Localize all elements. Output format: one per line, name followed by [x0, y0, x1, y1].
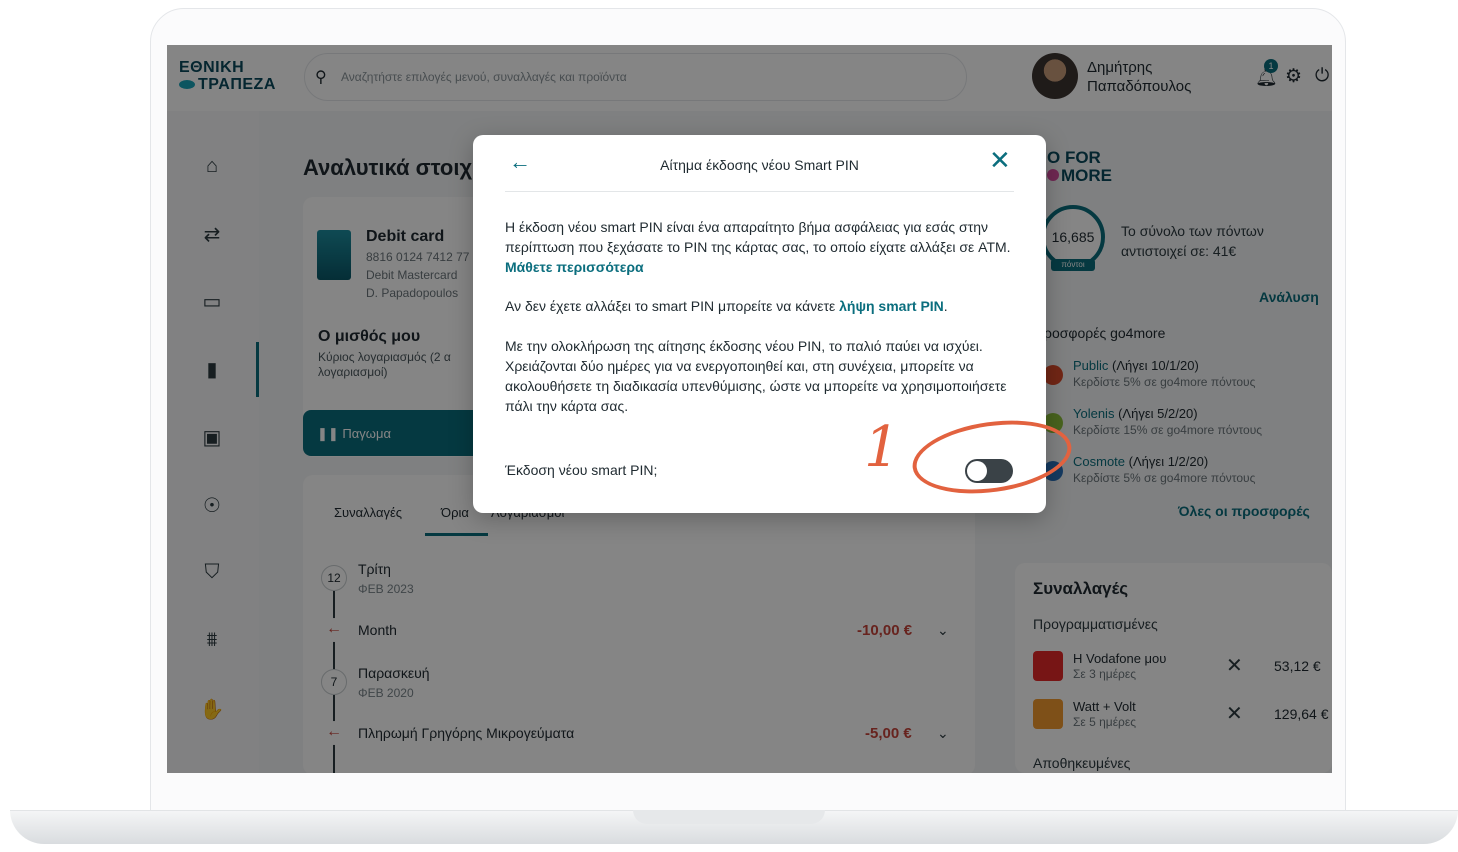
paragraph-1-text: Η έκδοση νέου smart PIN είναι ένα απαραί… [505, 219, 1011, 255]
app-screen: ΕΘΝΙΚΗ ΤΡΑΠΕΖΑ ⚲ Αναζητήστε επιλογές μεν… [167, 45, 1332, 773]
toggle-label: Έκδοση νέου smart PIN; [505, 462, 658, 478]
divider [505, 191, 1014, 192]
paragraph-2-text: Αν δεν έχετε αλλάξει το smart PIN μπορεί… [505, 298, 836, 314]
learn-more-link[interactable]: Μάθετε περισσότερα [505, 259, 644, 275]
annotation-step-number: 1 [864, 415, 900, 480]
close-icon[interactable]: ✕ [989, 147, 1011, 173]
laptop-notch [633, 810, 825, 824]
dialog-paragraph-1: Η έκδοση νέου smart PIN είναι ένα απαραί… [505, 217, 1020, 277]
dialog-title: Αίτημα έκδοσης νέου Smart PIN [660, 157, 859, 173]
dialog-paragraph-2: Αν δεν έχετε αλλάξει το smart PIN μπορεί… [505, 298, 948, 314]
download-smart-pin-link[interactable]: λήψη smart PIN [839, 298, 944, 314]
dialog-paragraph-3: Με την ολοκλήρωση της αίτησης έκδοσης νέ… [505, 338, 1007, 414]
